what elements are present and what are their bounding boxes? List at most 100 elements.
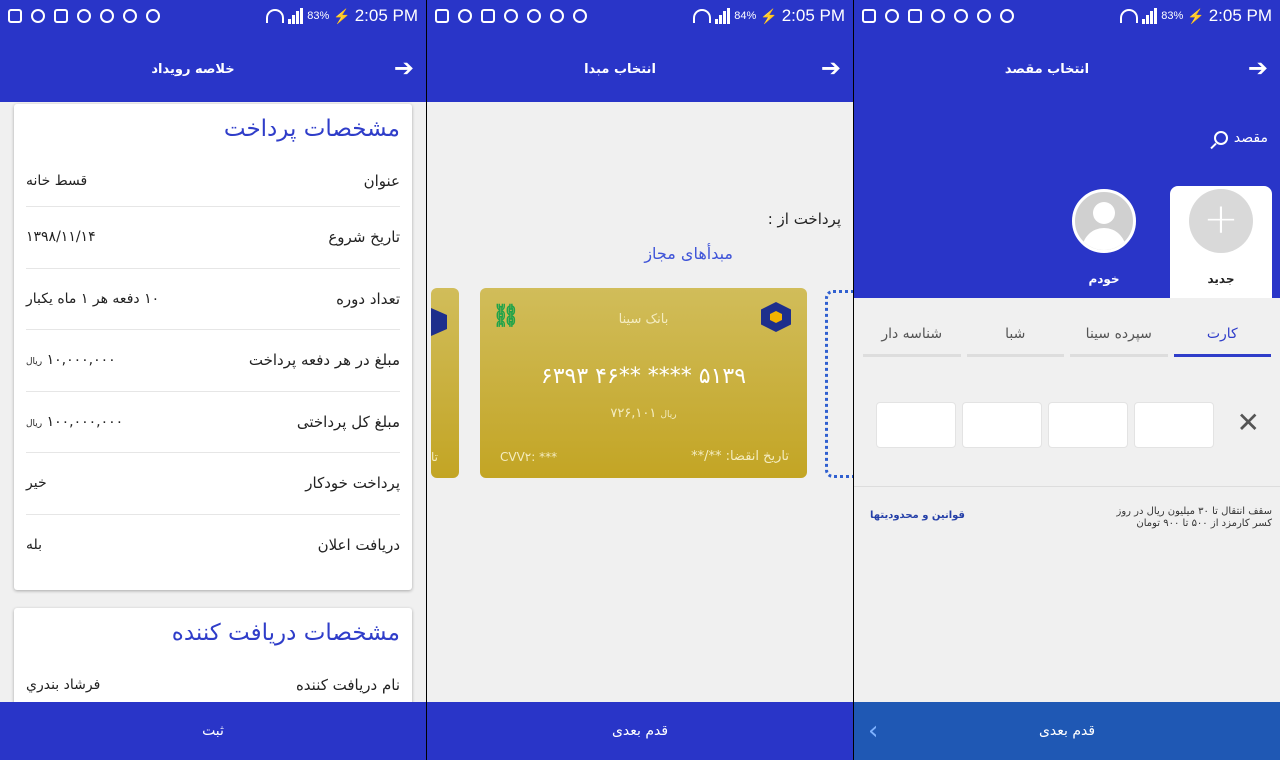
search-icon <box>1213 131 1228 145</box>
chevron-left-icon[interactable]: ‹ <box>868 702 878 760</box>
app-icon <box>977 9 991 23</box>
battery-percent: 83% <box>307 10 330 22</box>
tile-label: جدید <box>1207 272 1235 286</box>
self-destination-tile[interactable]: خودم <box>1054 186 1154 298</box>
detail-value: ۱۰,۰۰۰,۰۰۰ ریال <box>26 352 116 368</box>
detail-value: فرشاد بندري <box>26 677 101 693</box>
detail-label: تعداد دوره <box>336 289 400 308</box>
detail-value: خیر <box>26 475 47 492</box>
bank-card[interactable]: ⛓ بانک سینا ۶۳۹۳ ۴۶** **** ۵۱۳۹ ۷۲۶,۱۰۱ … <box>480 288 807 478</box>
notification-icons <box>8 9 160 23</box>
notification-icons <box>862 9 1014 23</box>
card-number: ۶۳۹۳ ۴۶** **** ۵۱۳۹ <box>540 364 747 389</box>
add-card-placeholder[interactable] <box>825 290 853 478</box>
card-number-part-1[interactable] <box>1134 402 1214 448</box>
rules-link[interactable]: قوانین و محدودیتها <box>870 510 965 521</box>
signal-icon <box>715 8 731 24</box>
payment-details-card: مشخصات پرداخت عنوان قسط خانه تاریخ شروع … <box>14 104 412 590</box>
next-step-label: قدم بعدی <box>1038 723 1096 739</box>
back-arrow-icon[interactable]: ➔ <box>821 56 841 80</box>
page-title: انتخاب مبدا <box>584 62 656 77</box>
submit-button[interactable]: ثبت <box>0 702 426 760</box>
back-arrow-icon[interactable]: ➔ <box>1248 56 1268 80</box>
detail-row: مبلغ در هر دفعه پرداخت ۱۰,۰۰۰,۰۰۰ ریال <box>26 329 400 391</box>
screen-select-destination: 83% ⚡ 2:05 PM انتخاب مقصد ➔ مقصد + جدید … <box>854 0 1280 760</box>
bank-name: بانک سینا <box>618 312 669 327</box>
detail-row: تعداد دوره ۱۰ دفعه هر ۱ ماه یکبار <box>26 267 400 330</box>
close-icon[interactable]: ✕ <box>1237 408 1260 438</box>
app-icon <box>123 9 137 23</box>
battery-percent: 83% <box>1161 10 1184 22</box>
detail-value: ۱۰ دفعه هر ۱ ماه یکبار <box>26 290 160 307</box>
divider <box>854 486 1280 487</box>
card-number-inputs <box>876 402 1214 448</box>
wifi-icon <box>1120 9 1139 23</box>
currency-unit: ریال <box>26 357 43 368</box>
search-label: مقصد <box>1233 130 1268 146</box>
amount: ۱۰,۰۰۰,۰۰۰ <box>46 352 116 369</box>
bank-logo-icon <box>761 302 791 332</box>
destination-search[interactable]: مقصد <box>1213 130 1268 146</box>
mail-icon <box>54 9 68 23</box>
wifi-icon <box>693 9 712 23</box>
back-arrow-icon[interactable]: ➔ <box>394 56 414 80</box>
detail-value: ۱۳۹۸/۱۱/۱۴ <box>26 229 96 246</box>
avatar-icon <box>1072 189 1136 253</box>
bank-card-partial[interactable]: تا <box>431 288 459 478</box>
tab-card[interactable]: کارت <box>1173 326 1271 357</box>
allowed-sources-link[interactable]: مبدأهای مجاز <box>644 244 733 263</box>
card-expiry: تاریخ انقضا: **/** <box>691 449 789 464</box>
detail-label: مبلغ در هر دفعه پرداخت <box>248 351 400 370</box>
next-step-button[interactable]: قدم بعدی <box>427 702 853 760</box>
app-bar: انتخاب مبدا ➔ <box>427 32 853 102</box>
clock: 2:05 PM <box>354 6 418 25</box>
gallery-icon <box>8 9 22 23</box>
card-number-part-2[interactable] <box>1048 402 1128 448</box>
app-bar: انتخاب مقصد ➔ <box>854 32 1280 102</box>
tab-sina-deposit[interactable]: سپرده سینا <box>1070 326 1168 357</box>
limits-line: سقف انتقال تا ۳۰ میلیون ریال در روز <box>1116 506 1272 517</box>
transfer-limits: سقف انتقال تا ۳۰ میلیون ریال در روز کسر … <box>1117 506 1272 530</box>
app-bar: خلاصه رویداد ➔ <box>0 32 426 102</box>
tab-identifier[interactable]: شناسه دار <box>863 326 961 357</box>
tab-sheba[interactable]: شبا <box>966 326 1064 357</box>
app-icon <box>954 9 968 23</box>
balance-amount: ۷۲۶,۱۰۱ <box>610 406 657 421</box>
app-icon <box>504 9 518 23</box>
app-icon <box>100 9 114 23</box>
currency-unit: ریال <box>660 410 677 420</box>
battery-charging-icon: ⚡ <box>760 7 778 24</box>
app-icon <box>527 9 541 23</box>
detail-row: دریافت اعلان بله <box>26 513 400 576</box>
status-bar: 83% ⚡ 2:05 PM <box>0 0 426 32</box>
app-icon <box>146 9 160 23</box>
next-step-button[interactable]: ‹ قدم بعدی <box>854 702 1280 760</box>
detail-value: بله <box>26 536 43 553</box>
app-icon <box>550 9 564 23</box>
amount: ۱۰۰,۰۰۰,۰۰۰ <box>46 413 124 430</box>
page-title: انتخاب مقصد <box>1004 62 1090 77</box>
card-balance: ۷۲۶,۱۰۱ ریال <box>480 406 807 421</box>
detail-label: نام دریافت کننده <box>295 676 400 694</box>
clock: 2:05 PM <box>781 6 845 25</box>
detail-label: تاریخ شروع <box>328 228 400 247</box>
detail-row: تاریخ شروع ۱۳۹۸/۱۱/۱۴ <box>26 206 400 268</box>
detail-label: دریافت اعلان <box>317 535 400 554</box>
new-destination-tile[interactable]: + جدید <box>1170 186 1272 298</box>
signal-icon <box>1142 8 1158 24</box>
currency-unit: ریال <box>26 418 43 429</box>
page-title: خلاصه رویداد <box>151 62 235 77</box>
status-bar: 83% ⚡ 2:05 PM <box>854 0 1280 32</box>
detail-label: مبلغ کل پرداختی <box>296 412 400 431</box>
tile-label: خودم <box>1088 272 1120 286</box>
bank-logo-icon <box>431 308 447 336</box>
card-number-part-3[interactable] <box>962 402 1042 448</box>
plus-icon: + <box>1189 189 1253 253</box>
app-icon <box>885 9 899 23</box>
battery-percent: 84% <box>734 10 757 22</box>
wifi-icon <box>266 9 285 23</box>
card-number-part-4[interactable] <box>876 402 956 448</box>
gallery-icon <box>435 9 449 23</box>
signal-icon <box>288 8 304 24</box>
notification-icons <box>435 9 587 23</box>
